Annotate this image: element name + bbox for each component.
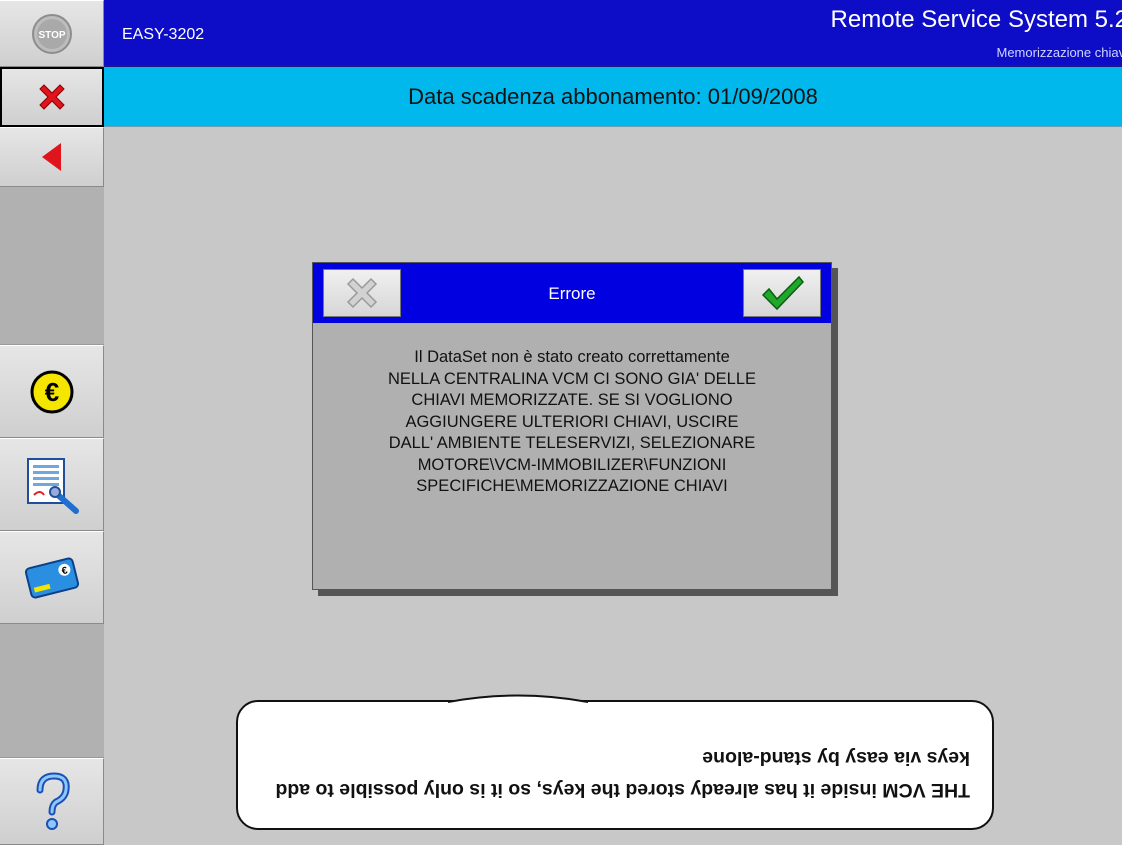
dialog-message: Il DataSet non è stato creato correttame… [323,347,821,498]
dialog-header: Errore [313,263,831,323]
callout-pointer [448,694,588,703]
credit-card-icon: € [24,556,79,599]
dialog-message-line: DALL' AMBIENTE TELESERVIZI, SELEZIONARE [388,434,756,452]
subscription-bar: Data scadenza abbonamento: 01/09/2008 [104,67,1122,127]
device-code: EASY-3202 [122,26,205,43]
subscription-expiry: Data scadenza abbonamento: 01/09/2008 [408,84,818,109]
page-subtitle: Memorizzazione chiavi [996,45,1122,60]
document-search-icon [26,457,79,514]
svg-text:STOP: STOP [38,30,65,41]
card-button[interactable]: € [0,531,104,624]
sidebar: STOP € € [0,0,104,845]
dialog-message-line: MOTORE\VCM-IMMOBILIZER\FUNZIONI [417,455,727,474]
report-button[interactable] [0,438,104,531]
dialog-confirm-button[interactable] [743,269,821,317]
dialog-message-line: NELLA CENTRALINA VCM CI SONO GIA' DELLE [387,369,757,388]
euro-icon: € [30,370,73,413]
close-button[interactable] [0,67,104,127]
stop-icon: STOP [31,13,72,54]
question-icon [36,771,70,830]
sidebar-spacer [0,624,104,758]
dialog-message-line: SPECIFICHE\MEMORIZZAZIONE CHIAVI [416,477,728,495]
header-bar: EASY-3202 Remote Service System 5.2 Memo… [104,0,1122,67]
svg-text:€: € [44,377,58,407]
dialog-message-line: Il DataSet non è stato creato correttame… [414,348,730,366]
sidebar-spacer [0,187,104,345]
app-title: Remote Service System 5.2 [830,6,1122,33]
arrow-left-icon [41,143,61,171]
annotation-callout: THE VCM inside it has already stored the… [236,694,994,830]
back-button[interactable] [0,127,104,187]
dialog-message-line: CHIAVI MEMORIZZATE. SE SI VOGLIONO [411,391,733,409]
stop-button[interactable]: STOP [0,0,104,67]
checkmark-icon [761,275,804,311]
callout-text: THE VCM inside it has already stored the… [275,747,970,801]
help-button[interactable] [0,758,104,845]
error-dialog: Errore Il DataSet non è stato creato cor… [312,262,832,590]
payment-button[interactable]: € [0,345,104,438]
close-icon [39,84,65,110]
dialog-message-line: AGGIUNGERE ULTERIORI CHIAVI, USCIRE [405,412,739,431]
